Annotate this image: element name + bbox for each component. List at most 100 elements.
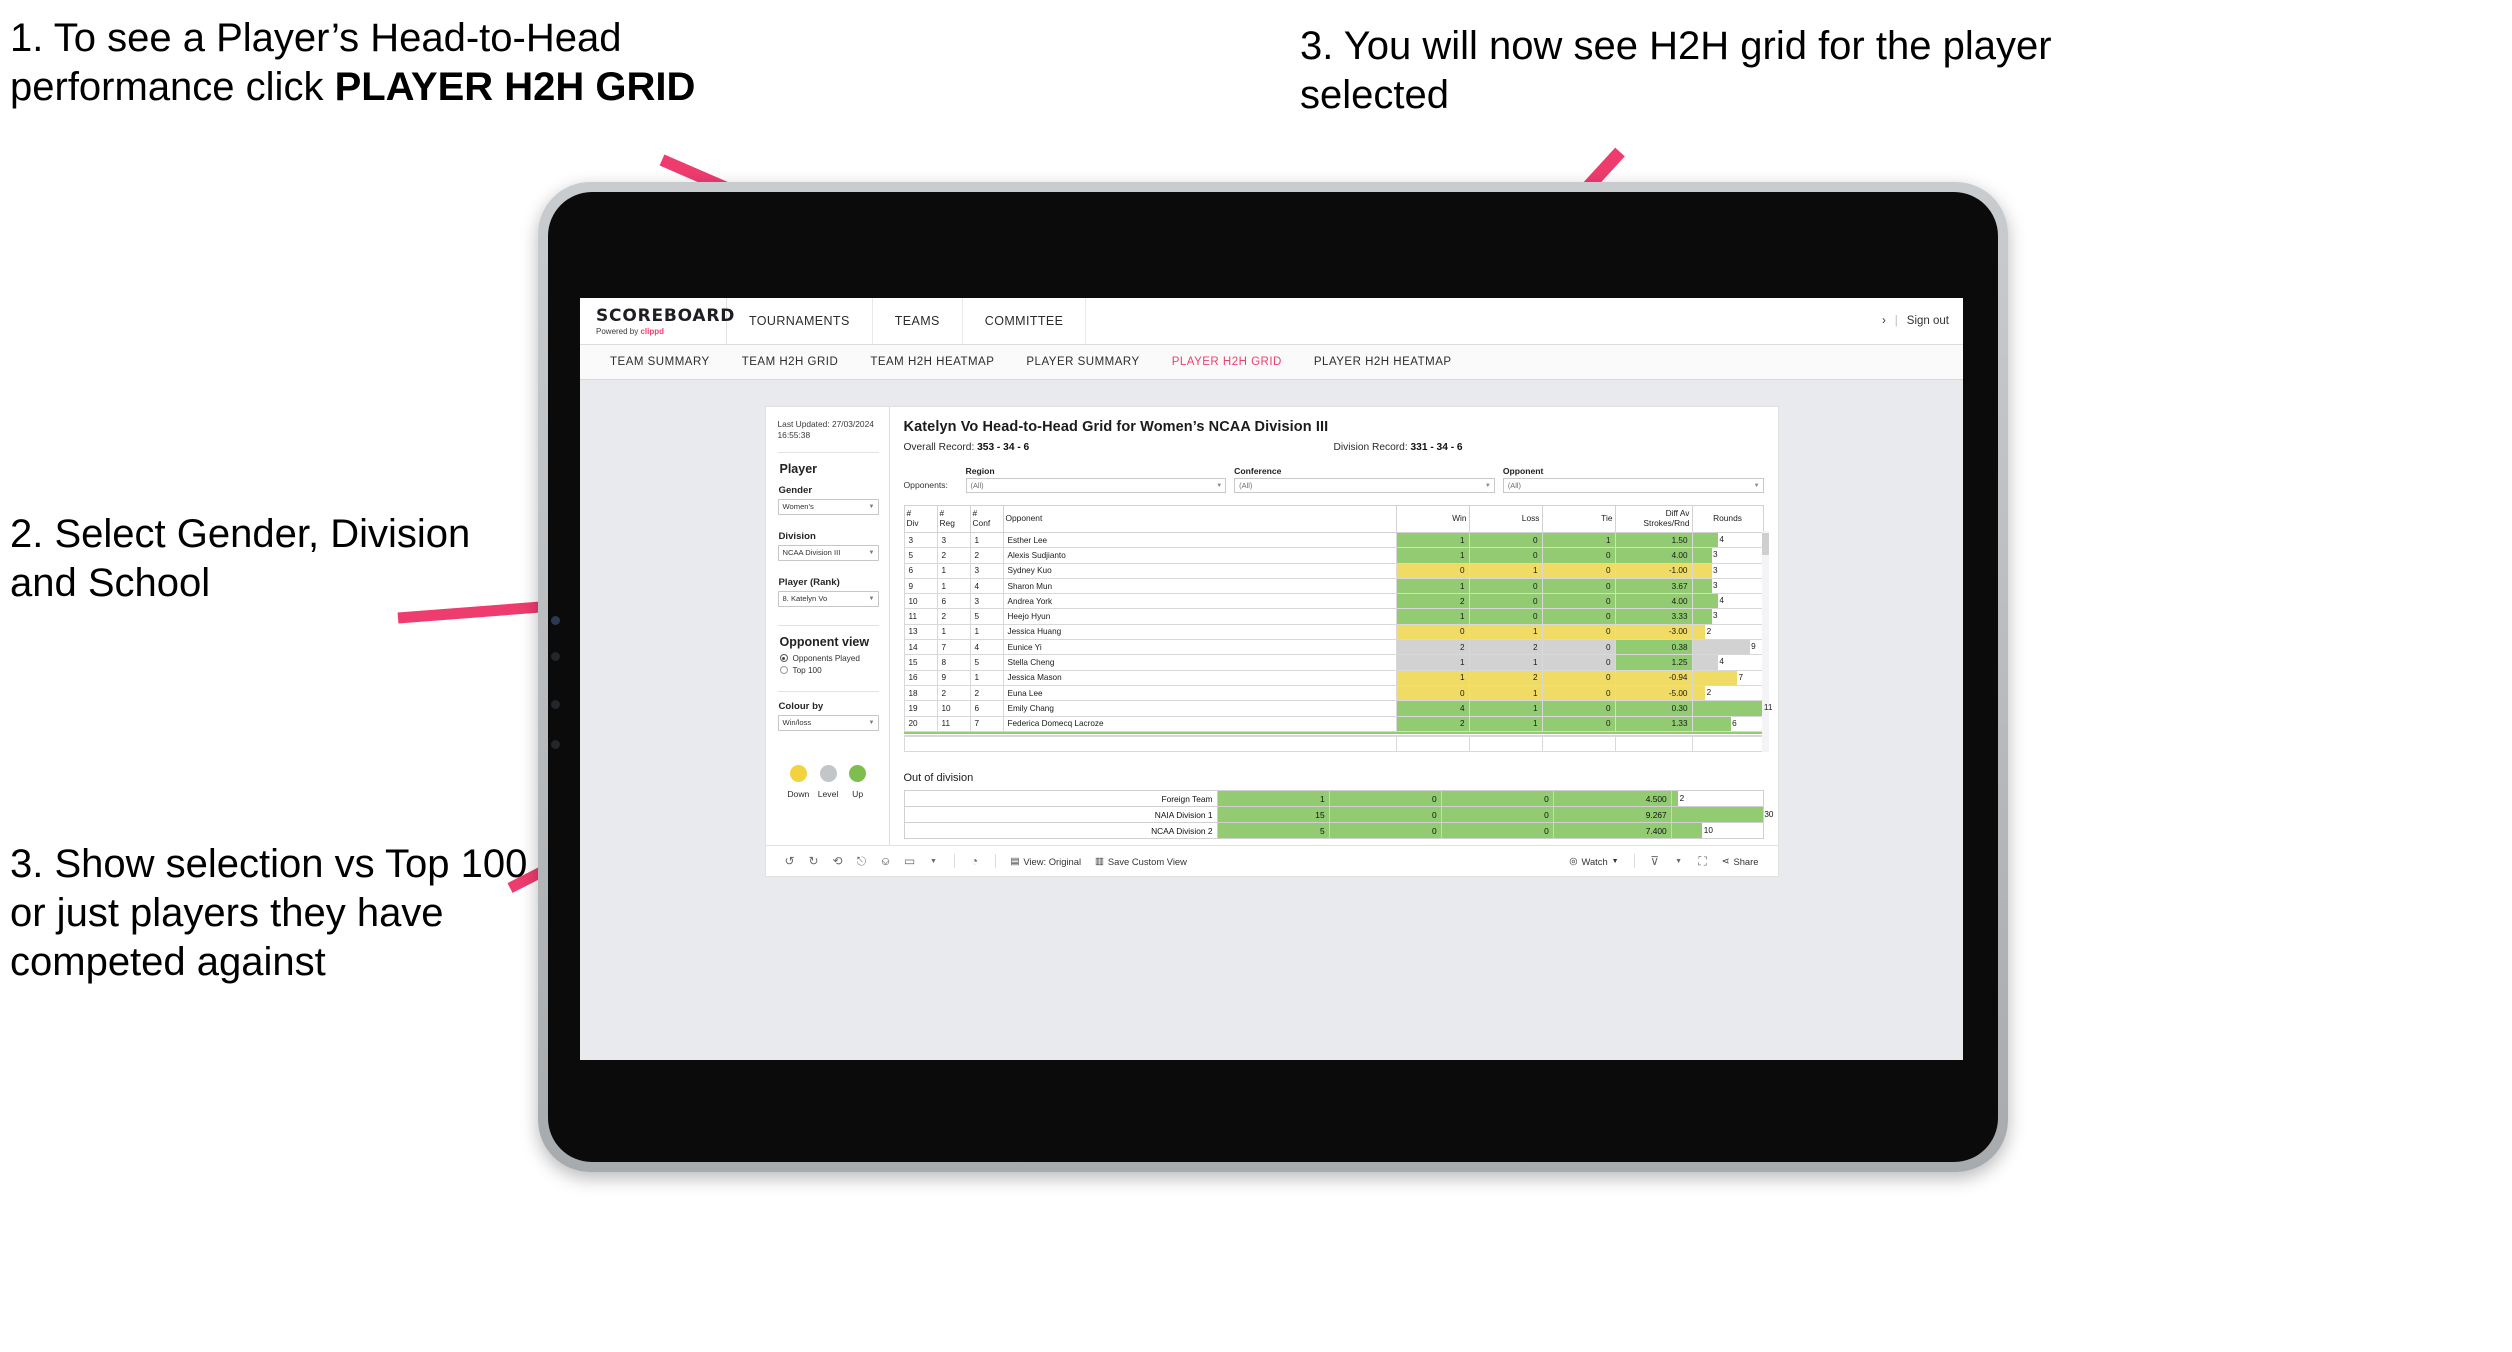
out-of-division-row[interactable]: NAIA Division 1 15 0 0 9.267 30 bbox=[903, 806, 1774, 824]
brand-logo[interactable]: SCOREBOARD Powered by clippd bbox=[580, 298, 734, 344]
clock-icon[interactable]: ◔ bbox=[963, 854, 987, 868]
chevron-down-icon: ▼ bbox=[1611, 857, 1619, 865]
tab-player-summary[interactable]: PLAYER SUMMARY bbox=[1010, 345, 1155, 379]
nav-committee[interactable]: COMMITTEE bbox=[963, 298, 1087, 344]
account-chevron-icon[interactable]: › bbox=[1882, 315, 1886, 327]
divider: | bbox=[1894, 315, 1898, 327]
legend-swatch-down bbox=[789, 764, 807, 782]
player-section-title: Player bbox=[779, 461, 818, 476]
h2h-table: # Div # Reg # Conf Opponent Win Loss Tie Di… bbox=[903, 505, 1772, 753]
table-row[interactable]: 16 9 1 Jessica Mason 1 2 0 -0.94 7 bbox=[903, 669, 1764, 686]
brand-tagline-accent: clippd bbox=[640, 327, 665, 336]
undo-icon[interactable]: ↺ bbox=[778, 854, 802, 868]
fullscreen-icon[interactable]: ⛶ bbox=[1691, 854, 1715, 869]
zoom-icon[interactable]: ▭ bbox=[898, 854, 922, 868]
save-custom-view-button[interactable]: ▥ Save Custom View bbox=[1088, 855, 1194, 867]
radio-opponents-played[interactable]: Opponents Played bbox=[779, 654, 879, 663]
cell-tie: 0 bbox=[1541, 608, 1616, 625]
share-label: Share bbox=[1733, 855, 1759, 867]
watch-button[interactable]: ◎ Watch ▼ bbox=[1562, 855, 1625, 867]
cell-win: 2 bbox=[1395, 715, 1470, 732]
annotation-1-bold: PLAYER H2H GRID bbox=[334, 64, 696, 109]
annotation-1: 1. To see a Player’s Head-to-Head perfor… bbox=[10, 14, 740, 112]
rounds-value: 4 bbox=[1719, 596, 1724, 606]
annotation-3: 3. Show selection vs Top 100 or just pla… bbox=[10, 842, 528, 984]
table-row[interactable]: 6 1 3 Sydney Kuo 0 1 0 -1.00 3 bbox=[903, 562, 1764, 579]
gender-select[interactable]: Women's ▼ bbox=[777, 498, 879, 515]
cell-tie: 0 bbox=[1541, 577, 1616, 595]
col-loss: Loss bbox=[1468, 505, 1543, 533]
legend-swatch-level bbox=[819, 764, 837, 782]
table-row[interactable]: 13 1 1 Jessica Huang 0 1 0 -3.00 2 bbox=[903, 623, 1764, 641]
tab-team-h2h-grid[interactable]: TEAM H2H GRID bbox=[726, 345, 855, 379]
cell-diff: -0.94 bbox=[1614, 669, 1693, 686]
cell-rounds: 4 bbox=[1691, 531, 1764, 549]
tab-player-h2h-grid[interactable]: PLAYER H2H GRID bbox=[1156, 345, 1298, 379]
cell-div: 20 bbox=[903, 715, 938, 732]
cell-win: 0 bbox=[1395, 684, 1470, 702]
conference-select[interactable]: (All) ▼ bbox=[1234, 478, 1495, 493]
colour-by-select[interactable]: Win/loss ▼ bbox=[777, 714, 879, 731]
cell-opponent: Andrea York bbox=[1002, 593, 1397, 610]
refresh-icon[interactable]: ⎋ bbox=[850, 854, 874, 869]
tab-team-summary[interactable]: TEAM SUMMARY bbox=[594, 345, 726, 379]
rounds-value: 30 bbox=[1764, 810, 1774, 820]
table-row[interactable]: 19 10 6 Emily Chang 4 1 0 0.30 11 bbox=[903, 700, 1772, 717]
table-row[interactable]: 20 11 7 Federica Domecq Lacroze 2 1 0 1.33 6 bbox=[903, 715, 1764, 732]
out-of-division-title: Out of division bbox=[903, 772, 974, 785]
cell-conf: 3 bbox=[969, 593, 1004, 610]
nav-tournaments[interactable]: TOURNAMENTS bbox=[727, 298, 873, 344]
out-of-division-table: Foreign Team 1 0 0 4.500 2 NAIA Division 1 15 0 0… bbox=[903, 790, 1774, 840]
cell-reg: 1 bbox=[936, 623, 971, 641]
chevron-down-icon[interactable]: ▼ bbox=[922, 858, 946, 865]
tablet-power-button[interactable] bbox=[551, 740, 560, 749]
table-scrollbar-thumb[interactable] bbox=[1761, 533, 1769, 555]
cell-rounds: 3 bbox=[1691, 547, 1764, 564]
cell-opponent: Emily Chang bbox=[1002, 700, 1397, 717]
overall-record-value: 353 - 34 - 6 bbox=[977, 442, 1030, 453]
table-scrollbar[interactable] bbox=[1761, 531, 1769, 753]
view-original-button[interactable]: ▤ View: Original bbox=[1004, 855, 1089, 867]
legend-item-down: Down bbox=[784, 764, 814, 799]
cell-tie: 0 bbox=[1541, 700, 1616, 717]
top-navigation: TOURNAMENTS TEAMS COMMITTEE bbox=[727, 298, 1087, 344]
redo-icon[interactable]: ↻ bbox=[802, 854, 826, 868]
cell-win: 1 bbox=[1395, 654, 1470, 671]
tab-player-h2h-heatmap[interactable]: PLAYER H2H HEATMAP bbox=[1298, 345, 1468, 379]
tablet-volume-down-button[interactable] bbox=[551, 700, 560, 709]
cell-div: 16 bbox=[903, 669, 938, 686]
opponent-select[interactable]: (All) ▼ bbox=[1502, 478, 1764, 493]
table-row[interactable]: 18 2 2 Euna Lee 0 1 0 -5.00 2 bbox=[903, 684, 1764, 702]
cell-div: 15 bbox=[903, 654, 938, 671]
division-select[interactable]: NCAA Division III ▼ bbox=[777, 544, 879, 561]
h2h-table-body: 3 3 1 Esther Lee 1 0 1 1.50 4 5 2 2 Alexis Sudjianto… bbox=[903, 531, 1772, 753]
table-row[interactable]: 15 8 5 Stella Cheng 1 1 0 1.25 4 bbox=[903, 654, 1764, 671]
share-button[interactable]: ⋖ Share bbox=[1715, 855, 1766, 867]
cell-div: 14 bbox=[903, 639, 938, 656]
cell-opponent: Federica Domecq Lacroze bbox=[1002, 715, 1397, 732]
tablet-volume-up-button[interactable] bbox=[551, 652, 560, 661]
out-of-division-row[interactable]: NCAA Division 2 5 0 0 7.400 10 bbox=[903, 822, 1764, 840]
table-row[interactable]: 14 7 4 Eunice Yi 2 2 0 0.38 9 bbox=[903, 639, 1764, 656]
player-rank-select[interactable]: 8. Katelyn Vo ▼ bbox=[777, 590, 879, 607]
save-icon: ▥ bbox=[1095, 855, 1104, 867]
cell-diff: 0.30 bbox=[1614, 700, 1693, 717]
sign-out-link[interactable]: Sign out bbox=[1907, 315, 1949, 327]
player-rank-value: 8. Katelyn Vo bbox=[782, 594, 828, 604]
chevron-down-icon[interactable]: ▼ bbox=[1667, 858, 1691, 865]
table-row[interactable]: 3 3 1 Esther Lee 1 0 1 1.50 4 bbox=[903, 531, 1764, 549]
out-of-division-row[interactable]: Foreign Team 1 0 0 4.500 2 bbox=[903, 790, 1764, 808]
tab-team-h2h-heatmap[interactable]: TEAM H2H HEATMAP bbox=[854, 345, 1010, 379]
table-row[interactable]: 11 2 5 Heejo Hyun 1 0 0 3.33 3 bbox=[903, 608, 1764, 625]
radio-top-100[interactable]: Top 100 bbox=[779, 666, 879, 675]
pause-icon[interactable]: ⎉ bbox=[874, 854, 898, 869]
nav-teams[interactable]: TEAMS bbox=[873, 298, 963, 344]
revert-icon[interactable]: ⟲ bbox=[826, 854, 850, 868]
table-row[interactable]: 5 2 2 Alexis Sudjianto 1 0 0 4.00 3 bbox=[903, 547, 1764, 564]
table-row[interactable]: 9 1 4 Sharon Mun 1 0 0 3.67 3 bbox=[903, 577, 1764, 595]
chevron-down-icon: ▼ bbox=[868, 719, 875, 726]
rounds-value: 4 bbox=[1719, 657, 1724, 667]
region-select[interactable]: (All) ▼ bbox=[965, 478, 1227, 493]
device-layout-icon[interactable]: ⊽ bbox=[1643, 854, 1667, 868]
table-row[interactable]: 10 6 3 Andrea York 2 0 0 4.00 4 bbox=[903, 593, 1764, 610]
